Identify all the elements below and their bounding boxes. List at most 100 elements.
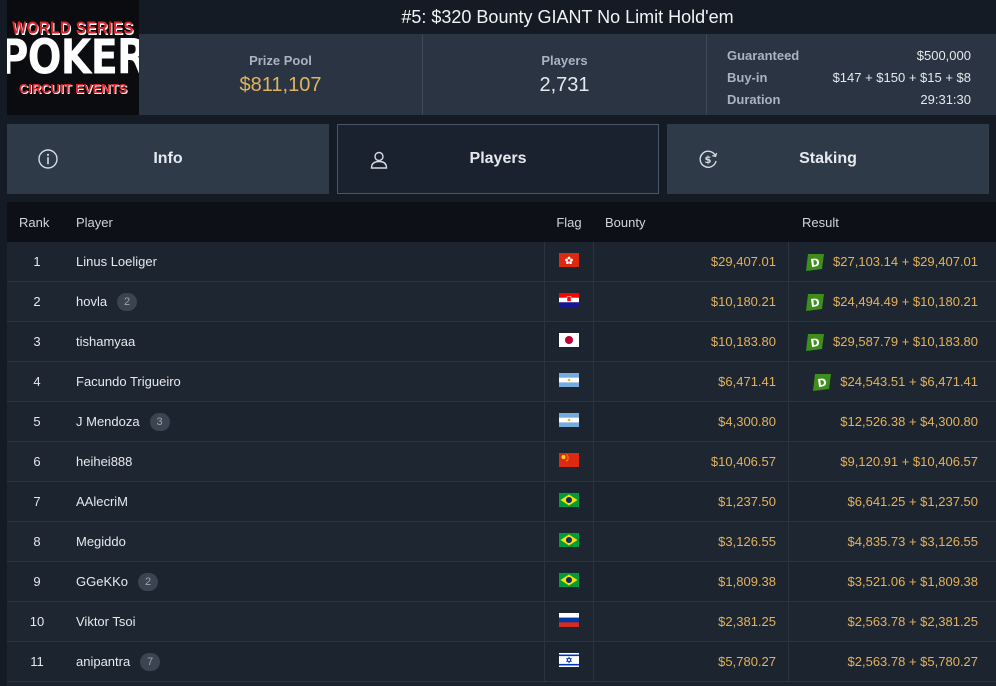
player-name[interactable]: Linus Loeliger — [76, 254, 157, 269]
bounty-cell: $10,406.57 — [594, 442, 789, 481]
table-row[interactable]: 11 anipantra 7 $5,780.27 $2,563.78 + $5,780.… — [7, 642, 996, 682]
info-icon — [38, 149, 58, 169]
svg-text:D: D — [810, 295, 821, 309]
russia-flag-icon — [559, 613, 579, 630]
player-cell[interactable]: J Mendoza 3 — [67, 412, 544, 431]
player-cell[interactable]: GGeKKo 2 — [67, 572, 544, 591]
flag-cell — [544, 482, 594, 521]
table-row[interactable]: 1 Linus Loeliger $29,407.01 D $27,103.14 + $… — [7, 242, 996, 282]
result-value: $9,120.91 + $10,406.57 — [840, 454, 978, 469]
player-name[interactable]: Facundo Trigueiro — [76, 374, 181, 389]
player-name[interactable]: Megiddo — [76, 534, 126, 549]
entries-badge: 7 — [140, 652, 161, 671]
tournament-details: Guaranteed $500,000 Buy-in $147 + $150 + $… — [707, 34, 996, 115]
guaranteed-value: $500,000 — [916, 47, 971, 63]
svg-text:D: D — [817, 375, 828, 389]
flag-cell — [544, 322, 594, 361]
player-cell[interactable]: Megiddo — [67, 534, 544, 549]
flag-cell — [544, 602, 594, 641]
header-player[interactable]: Player — [67, 215, 544, 230]
rank-cell: 4 — [33, 374, 41, 389]
result-value: $29,587.79 + $10,183.80 — [833, 334, 978, 349]
players-value: 2,731 — [539, 73, 590, 96]
player-cell[interactable]: anipantra 7 — [67, 652, 544, 671]
flag-cell — [544, 242, 594, 281]
result-value: $3,521.06 + $1,809.38 — [847, 574, 978, 589]
header-rank[interactable]: Rank — [7, 215, 67, 230]
player-cell[interactable]: hovla 2 — [67, 292, 544, 311]
bounty-cell: $10,183.80 — [594, 322, 789, 361]
player-cell[interactable]: AAlecriM — [67, 494, 544, 509]
prize-pool-stat: Prize Pool $811,107 — [139, 34, 423, 115]
player-name[interactable]: J Mendoza — [76, 414, 140, 429]
player-name[interactable]: tishamyaa — [76, 334, 135, 349]
player-name[interactable]: GGeKKo — [76, 574, 128, 589]
flag-cell — [544, 642, 594, 681]
svg-text:$: $ — [705, 155, 712, 166]
duration-value: 29:31:30 — [920, 91, 971, 107]
players-stat: Players 2,731 — [423, 34, 707, 115]
result-cell: D $24,543.51 + $6,471.41 — [789, 372, 996, 392]
bounty-cell: $2,381.25 — [594, 602, 789, 641]
table-row[interactable]: 9 GGeKKo 2 $1,809.38 $3,521.06 + $1,809.38 — [7, 562, 996, 602]
player-name[interactable]: hovla — [76, 294, 107, 309]
tab-info[interactable]: Info — [7, 124, 329, 194]
result-cell: D $29,587.79 + $10,183.80 — [789, 332, 996, 352]
header-flag[interactable]: Flag — [544, 202, 594, 242]
bounty-cell: $6,471.41 — [594, 362, 789, 401]
table-row[interactable]: 4 Facundo Trigueiro $6,471.41 D $24,543.51 +… — [7, 362, 996, 402]
tab-players[interactable]: Players — [337, 124, 659, 194]
tab-staking[interactable]: $ Staking — [667, 124, 989, 194]
deal-icon: D — [806, 293, 825, 311]
flag-cell — [544, 442, 594, 481]
dollar-coin-icon: $ — [699, 150, 718, 168]
table-row[interactable]: 7 AAlecriM $1,237.50 $6,641.25 + $1,237.50 — [7, 482, 996, 522]
table-body: 1 Linus Loeliger $29,407.01 D $27,103.14 + $… — [7, 242, 996, 682]
bounty-cell: $10,180.21 — [594, 282, 789, 321]
rank-cell: 10 — [29, 614, 45, 629]
rank-cell: 3 — [33, 334, 41, 349]
player-cell[interactable]: Facundo Trigueiro — [67, 374, 544, 389]
table-row[interactable]: 8 Megiddo $3,126.55 $4,835.73 + $3,126.55 — [7, 522, 996, 562]
header-bounty[interactable]: Bounty — [594, 202, 789, 242]
stats-bar: Prize Pool $811,107 Players 2,731 Guaran… — [139, 34, 996, 115]
player-cell[interactable]: Linus Loeliger — [67, 254, 544, 269]
result-cell: D $27,103.14 + $29,407.01 — [789, 252, 996, 272]
guaranteed-label: Guaranteed — [727, 47, 800, 63]
tab-staking-label: Staking — [799, 150, 857, 167]
result-value: $6,641.25 + $1,237.50 — [847, 494, 978, 509]
player-name[interactable]: heihei888 — [76, 454, 132, 469]
svg-text:D: D — [810, 255, 821, 269]
deal-icon: D — [806, 333, 825, 351]
player-cell[interactable]: Viktor Tsoi — [67, 614, 544, 629]
result-value: $12,526.38 + $4,300.80 — [840, 414, 978, 429]
result-value: $24,543.51 + $6,471.41 — [840, 374, 978, 389]
result-value: $4,835.73 + $3,126.55 — [847, 534, 978, 549]
player-name[interactable]: Viktor Tsoi — [76, 614, 136, 629]
bounty-cell: $29,407.01 — [594, 242, 789, 281]
players-label: Players — [541, 52, 588, 68]
flag-cell — [544, 362, 594, 401]
result-value: $24,494.49 + $10,180.21 — [833, 294, 978, 309]
table-row[interactable]: 10 Viktor Tsoi $2,381.25 $2,563.78 + $2,381… — [7, 602, 996, 642]
prize-pool-label: Prize Pool — [249, 52, 312, 68]
china-flag-icon — [559, 453, 579, 470]
bounty-cell: $3,126.55 — [594, 522, 789, 561]
deal-icon: D — [813, 373, 832, 391]
user-icon — [370, 151, 388, 169]
player-cell[interactable]: tishamyaa — [67, 334, 544, 349]
table-row[interactable]: 5 J Mendoza 3 $4,300.80 $12,526.38 + $4,300.… — [7, 402, 996, 442]
tab-players-label: Players — [469, 150, 527, 167]
table-row[interactable]: 2 hovla 2 $10,180.21 D $24,494.49 + $10,180.2… — [7, 282, 996, 322]
player-cell[interactable]: heihei888 — [67, 454, 544, 469]
rank-cell: 8 — [33, 534, 41, 549]
table-row[interactable]: 3 tishamyaa $10,183.80 D $29,587.79 + $10,18… — [7, 322, 996, 362]
rank-cell: 5 — [33, 414, 41, 429]
header-result[interactable]: Result — [789, 215, 996, 230]
table-row[interactable]: 6 heihei888 $10,406.57 $9,120.91 + $10,406.… — [7, 442, 996, 482]
player-name[interactable]: anipantra — [76, 654, 130, 669]
flag-cell — [544, 562, 594, 601]
player-name[interactable]: AAlecriM — [76, 494, 128, 509]
entries-badge: 2 — [138, 572, 159, 591]
rank-cell: 7 — [33, 494, 41, 509]
